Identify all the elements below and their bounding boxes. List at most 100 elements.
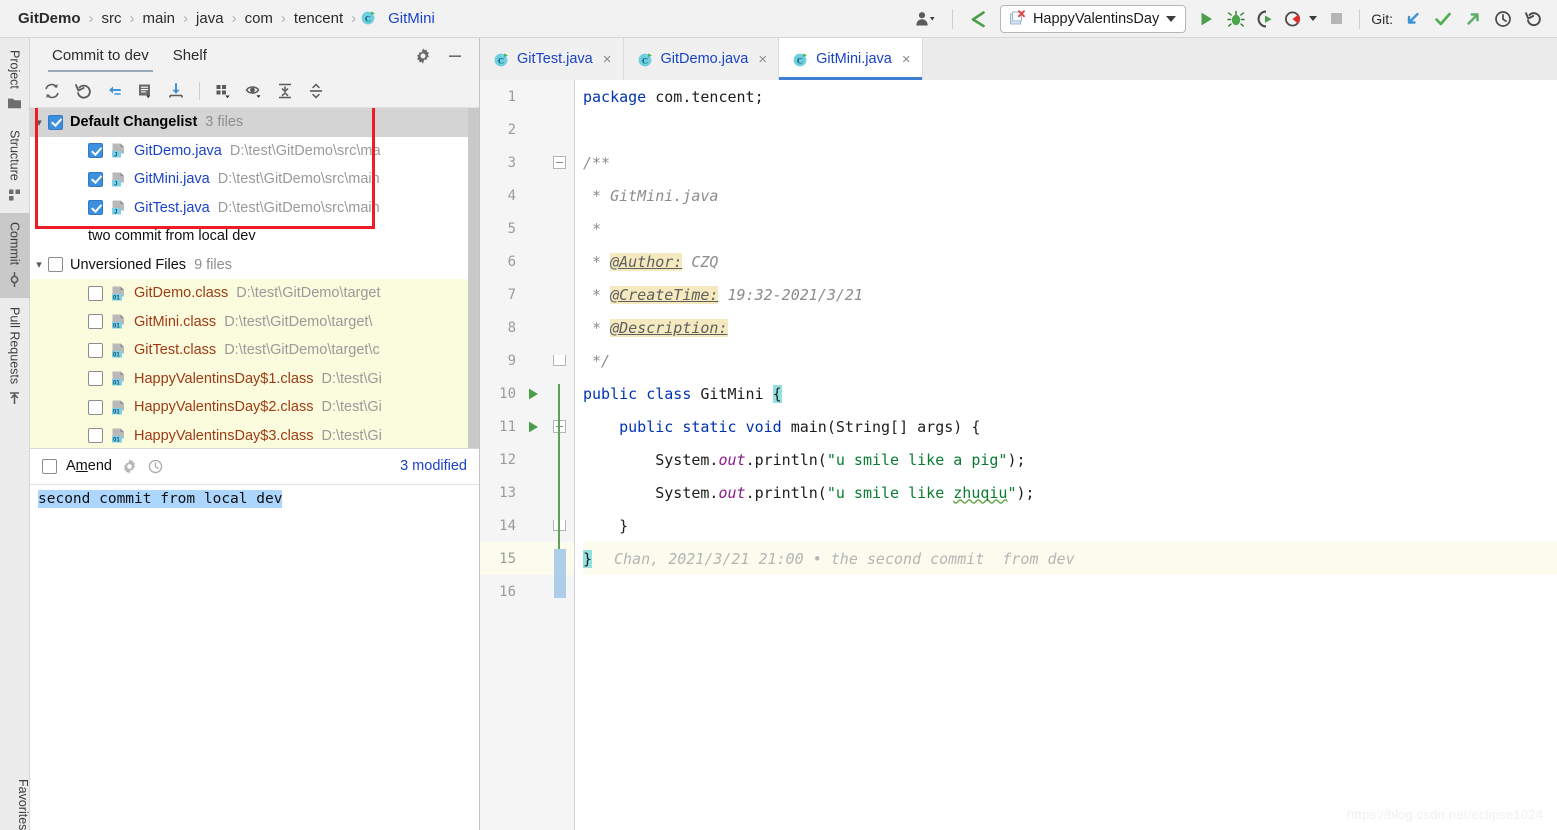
chevron-down-icon[interactable]: ▾ (30, 116, 48, 129)
fold-end-icon[interactable] (546, 355, 572, 366)
run-configuration-selector[interactable]: HappyValentinsDay (999, 4, 1187, 33)
unversioned-node[interactable]: ▾ Unversioned Files 9 files (30, 251, 479, 280)
unversioned-checkbox[interactable] (48, 257, 63, 273)
breadcrumb-separator: › (129, 10, 135, 27)
back-arrow-icon[interactable] (962, 5, 994, 33)
list-item[interactable]: 01 HappyValentinsDay$1.class D:\test\Gi (30, 364, 479, 393)
get-from-vcs-button[interactable] (162, 78, 190, 104)
run-class-icon[interactable] (520, 387, 546, 401)
gutter-line: 7 (480, 278, 575, 311)
list-item[interactable]: J GitTest.java D:\test\GitDemo\src\main (30, 194, 479, 223)
tree-scrollbar[interactable] (468, 108, 479, 448)
git-update-icon[interactable] (1399, 5, 1427, 33)
commit-options-gear-icon[interactable] (121, 458, 138, 475)
run-icon[interactable] (1192, 5, 1220, 33)
profiler-icon[interactable] (1282, 5, 1304, 33)
debug-icon[interactable] (1222, 5, 1250, 33)
user-icon[interactable] (909, 5, 943, 33)
commit-history-icon[interactable] (147, 458, 164, 475)
rollback-button[interactable] (69, 78, 97, 104)
breadcrumb-item-java[interactable]: java (192, 10, 228, 27)
editor-gutter[interactable]: 1 2 3 4 5 6 7 8 9 10 11 12 13 14 15 16 (480, 80, 575, 830)
changelist-node[interactable]: ▾ Default Changelist 3 files (30, 108, 479, 137)
file-name: GitDemo.java (134, 142, 222, 159)
code-line-8: * @Description: (583, 311, 1557, 344)
breadcrumb-item-gitmini[interactable]: GitMini (384, 10, 439, 27)
breadcrumb-item-project[interactable]: GitDemo (14, 10, 85, 27)
file-checkbox[interactable] (88, 171, 103, 187)
stop-icon[interactable] (1322, 5, 1350, 33)
sidebar-item-pull-requests[interactable]: Pull Requests (0, 298, 30, 417)
breadcrumb-item-src[interactable]: src (98, 10, 126, 27)
editor-body[interactable]: 1 2 3 4 5 6 7 8 9 10 11 12 13 14 15 16 p… (480, 80, 1557, 830)
tab-gitdemo-java[interactable]: C GitDemo.java × (623, 38, 780, 80)
changelist-checkbox[interactable] (48, 114, 63, 130)
code-line-5: * (583, 212, 1557, 245)
sidebar-item-structure[interactable]: Structure (0, 121, 30, 213)
commit-message-text[interactable]: second commit from local dev (38, 489, 283, 508)
sidebar-item-project[interactable]: Project (0, 38, 30, 121)
fold-collapse-icon[interactable] (546, 156, 572, 169)
breadcrumb-item-tencent[interactable]: tencent (290, 10, 347, 27)
toolbar-divider (1359, 8, 1361, 29)
sidebar-item-favorites[interactable]: Favorites (0, 770, 30, 830)
editor-tab-bar: C GitTest.java × C GitDemo.java × C GitM… (480, 38, 1557, 80)
gear-icon[interactable] (409, 43, 437, 69)
minimize-icon[interactable] (441, 43, 469, 69)
list-item[interactable]: 01 HappyValentinsDay$3.class D:\test\Gi (30, 421, 479, 448)
breadcrumb-item-com[interactable]: com (241, 10, 277, 27)
profiler-dropdown-icon[interactable] (1306, 5, 1320, 33)
breadcrumb-separator: › (351, 10, 357, 27)
list-item[interactable]: 01 HappyValentinsDay$2.class D:\test\Gi (30, 393, 479, 422)
group-by-button[interactable] (209, 78, 237, 104)
git-history-icon[interactable] (1489, 5, 1517, 33)
unversioned-count: 9 files (194, 256, 232, 273)
token-string: "u smile like (826, 483, 954, 502)
close-icon[interactable]: × (902, 51, 911, 68)
show-diff-button[interactable] (131, 78, 159, 104)
file-checkbox[interactable] (88, 143, 103, 159)
commit-message-editor[interactable]: second commit from local dev (30, 483, 479, 830)
tab-gittest-java[interactable]: C GitTest.java × (480, 38, 624, 80)
chevron-down-icon[interactable]: ▾ (30, 258, 48, 271)
collapse-all-button[interactable] (302, 78, 330, 104)
file-checkbox[interactable] (88, 200, 103, 216)
unversioned-label: Unversioned Files (70, 256, 187, 273)
sidebar-item-commit[interactable]: Commit (0, 212, 30, 298)
expand-all-button[interactable] (271, 78, 299, 104)
shelve-silently-button[interactable] (100, 78, 128, 104)
amend-checkbox[interactable] (42, 458, 57, 474)
run-method-icon[interactable] (520, 420, 546, 434)
file-checkbox[interactable] (88, 342, 103, 358)
run-with-coverage-icon[interactable] (1252, 5, 1280, 33)
tab-shelf[interactable]: Shelf (161, 40, 219, 72)
code-text[interactable]: package com.tencent; /** * GitMini.java … (575, 80, 1557, 830)
modified-count-link[interactable]: 3 modified (400, 458, 467, 474)
git-rollback-icon[interactable] (1519, 5, 1547, 33)
list-item[interactable]: 01 GitMini.class D:\test\GitDemo\target\ (30, 307, 479, 336)
preview-diff-button[interactable] (240, 78, 268, 104)
tab-gitmini-java[interactable]: C GitMini.java × (779, 38, 923, 80)
list-item[interactable]: J GitMini.java D:\test\GitDemo\src\main (30, 165, 479, 194)
file-checkbox[interactable] (88, 314, 103, 330)
file-checkbox[interactable] (88, 399, 103, 415)
close-icon[interactable]: × (603, 51, 612, 68)
file-checkbox[interactable] (88, 285, 103, 301)
java-class-icon: C (493, 51, 510, 68)
list-item[interactable]: 01 GitDemo.class D:\test\GitDemo\target (30, 279, 479, 308)
commit-tool-window: Commit to dev Shelf ▾ Default Changelist… (30, 38, 480, 830)
tree-scrollbar-thumb[interactable] (468, 108, 479, 448)
line-number: 3 (507, 154, 516, 171)
git-commit-icon[interactable] (1429, 5, 1457, 33)
changes-tree[interactable]: ▾ Default Changelist 3 files J GitDemo.j… (30, 108, 479, 448)
file-checkbox[interactable] (88, 428, 103, 444)
close-icon[interactable]: × (758, 51, 767, 68)
list-item[interactable]: J GitDemo.java D:\test\GitDemo\src\ma (30, 137, 479, 166)
tab-commit-to-dev[interactable]: Commit to dev (40, 40, 161, 72)
refresh-button[interactable] (38, 78, 66, 104)
breadcrumb-item-main[interactable]: main (139, 10, 180, 27)
file-checkbox[interactable] (88, 371, 103, 387)
file-name: GitMini.class (134, 313, 217, 330)
git-push-icon[interactable] (1459, 5, 1487, 33)
list-item[interactable]: 01 GitTest.class D:\test\GitDemo\target\… (30, 336, 479, 365)
